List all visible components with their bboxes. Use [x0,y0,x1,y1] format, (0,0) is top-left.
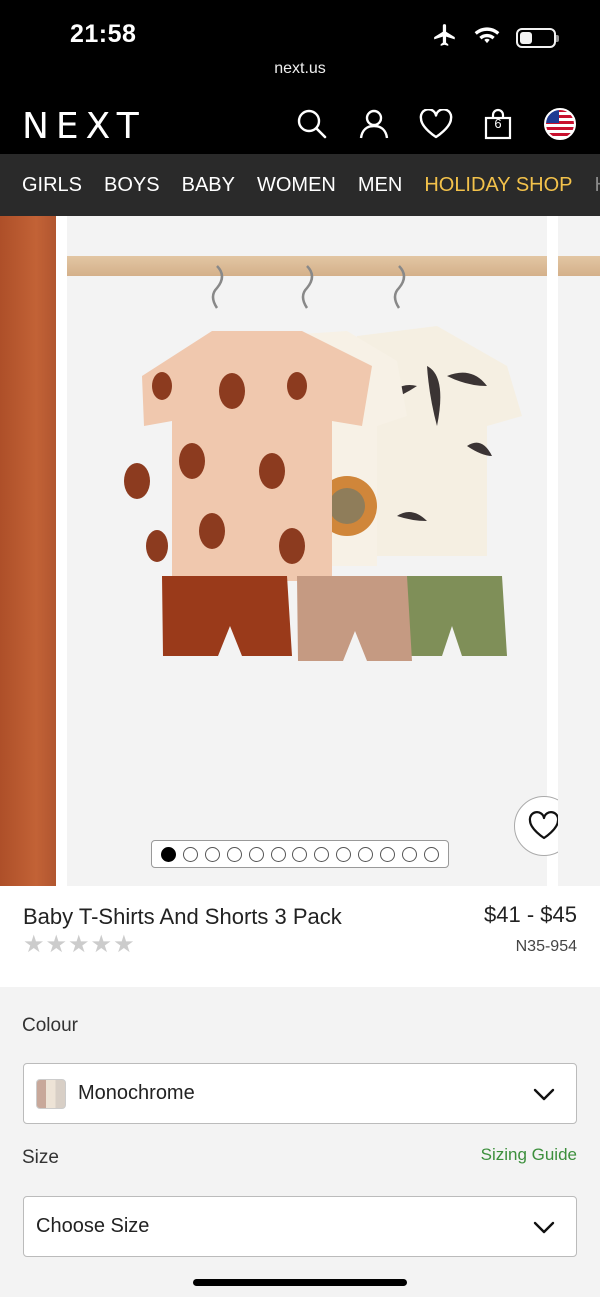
gallery-dot[interactable] [161,846,177,862]
star-icon: ★ [45,931,68,958]
colour-label: Colour [22,1015,78,1036]
account-icon[interactable] [354,104,394,144]
size-placeholder: Choose Size [36,1215,150,1237]
product-title: Baby T-Shirts And Shorts 3 Pack [23,904,342,929]
gallery-dot[interactable] [183,846,199,862]
gallery-dot[interactable] [226,846,242,862]
airplane-icon [432,22,458,53]
colour-select[interactable]: Monochrome [23,1063,577,1124]
product-code: N35-954 [515,938,577,955]
size-select[interactable]: Choose Size [23,1196,577,1257]
gallery-dot[interactable] [292,846,308,862]
battery-icon [516,27,559,48]
nav-item-boys[interactable]: BOYS [104,174,160,197]
gallery-dot[interactable] [423,846,439,862]
site-header: NEXT 6 [0,96,600,154]
product-price: $41 - $45 [484,902,577,927]
star-icon: ★ [23,931,45,958]
product-options: Colour Monochrome Size Sizing Guide Choo… [0,987,600,1297]
gallery-dot[interactable] [336,846,352,862]
gallery-dot[interactable] [248,846,264,862]
star-icon: ★ [68,931,90,958]
gallery-pagination [151,840,449,868]
product-gallery[interactable] [0,216,600,886]
previous-slide-image[interactable] [0,216,56,886]
status-icons [432,22,559,53]
product-illustration [124,265,522,661]
gallery-dot[interactable] [379,846,395,862]
star-icon: ★ [90,931,113,958]
star-icon: ★ [113,931,135,958]
next-slide-image[interactable] [558,216,600,886]
gallery-dot[interactable] [314,846,330,862]
gallery-dot[interactable] [270,846,286,862]
us-flag-icon[interactable] [540,104,580,144]
nav-item-baby[interactable]: BABY [182,174,235,197]
nav-item-girls[interactable]: GIRLS [22,174,82,197]
search-icon[interactable] [292,104,332,144]
rating-stars[interactable]: ★ ★ ★ ★ ★ [23,930,135,959]
nav-item-next[interactable]: H [595,174,600,197]
gallery-dot[interactable] [205,846,221,862]
url-bar[interactable]: next.us [0,60,600,78]
header-icons: 6 [292,104,580,144]
nav-item-holiday-shop[interactable]: HOLIDAY SHOP [424,174,572,197]
next-logo[interactable]: NEXT [22,106,146,147]
size-label: Size [22,1147,59,1168]
bag-count: 6 [494,116,502,131]
gallery-dot[interactable] [358,846,374,862]
gallery-dot[interactable] [401,846,417,862]
bag-icon[interactable]: 6 [478,104,518,144]
colour-value: Monochrome [78,1082,195,1104]
chevron-down-icon [532,1215,556,1244]
category-nav: GIRLS BOYS BABY WOMEN MEN HOLIDAY SHOP H [0,154,600,216]
home-indicator[interactable] [193,1279,407,1286]
product-image[interactable] [67,216,574,886]
nav-item-men[interactable]: MEN [358,174,402,197]
status-time: 21:58 [70,20,137,48]
sizing-guide-link[interactable]: Sizing Guide [481,1145,577,1165]
wishlist-icon[interactable] [416,104,456,144]
product-info: Baby T-Shirts And Shorts 3 Pack ★ ★ ★ ★ … [0,886,600,987]
status-bar: 21:58 next.us [0,0,600,96]
chevron-down-icon [532,1082,556,1111]
wifi-icon [474,24,500,51]
colour-swatch [36,1078,66,1109]
nav-item-women[interactable]: WOMEN [257,174,336,197]
